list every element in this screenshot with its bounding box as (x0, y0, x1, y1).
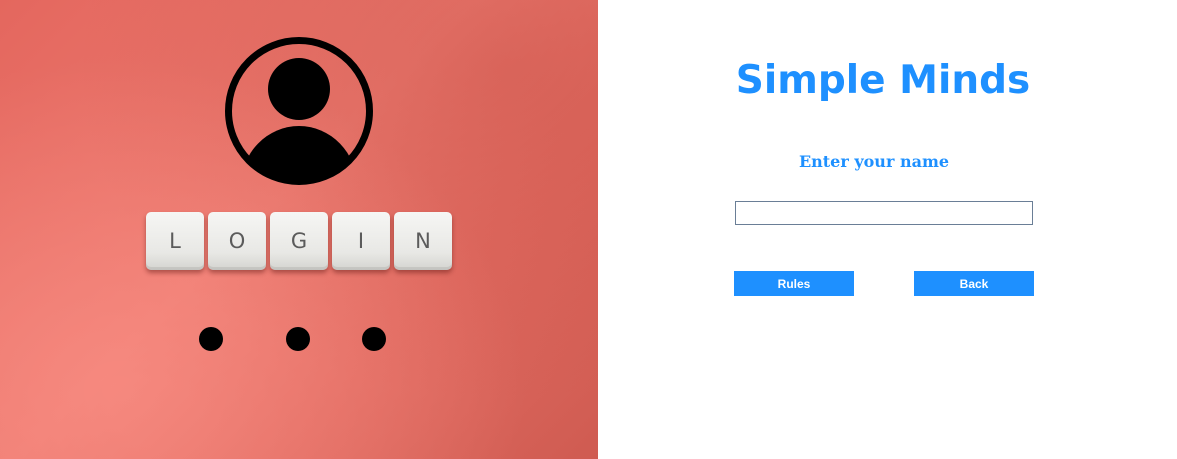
rules-button[interactable]: Rules (734, 271, 854, 296)
key-tile: I (332, 212, 390, 270)
user-circle-icon (225, 37, 373, 185)
login-hero-image: L O G I N (0, 0, 598, 459)
key-tile: G (270, 212, 328, 270)
password-dot (362, 327, 386, 351)
password-dot (199, 327, 223, 351)
key-tile: O (208, 212, 266, 270)
back-button[interactable]: Back (914, 271, 1034, 296)
password-dot (286, 327, 310, 351)
name-input[interactable] (735, 201, 1033, 225)
name-prompt-label: Enter your name (798, 152, 950, 171)
key-tile: N (394, 212, 452, 270)
page-title: Simple Minds (735, 58, 1031, 103)
key-tile: L (146, 212, 204, 270)
